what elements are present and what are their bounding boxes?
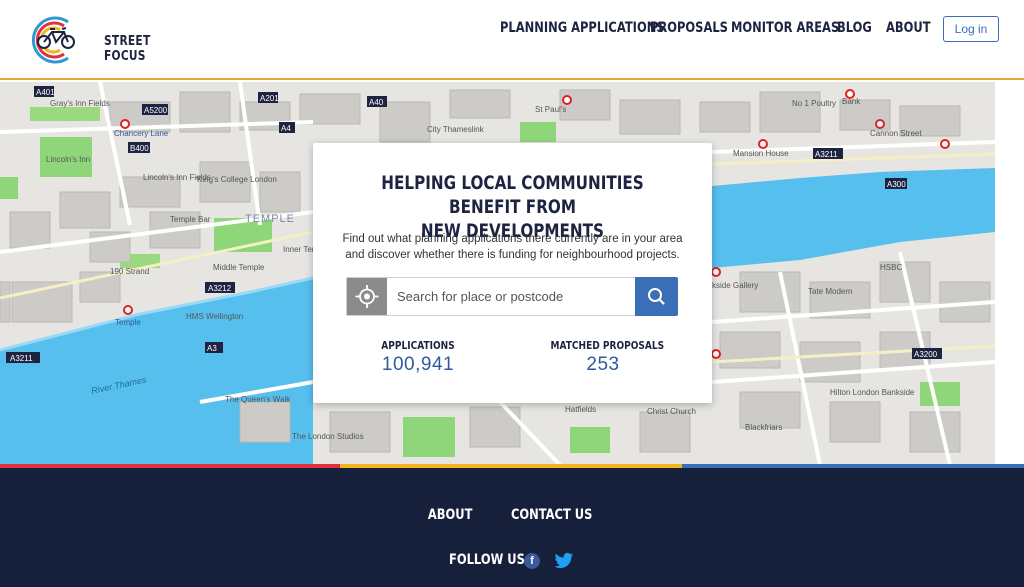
road-a4: A4: [281, 124, 291, 133]
footer-link-contact[interactable]: CONTACT US: [511, 507, 592, 523]
label-christ: Christ Church: [647, 407, 696, 416]
road-a40: A40: [369, 98, 384, 107]
label-london-studios: The London Studios: [292, 432, 364, 441]
label-bankside: kside Gallery: [712, 281, 758, 290]
follow-us: FOLLOW US f: [449, 552, 574, 569]
site-header: STREET FOCUS PLANNING APPLICATIONS PROPO…: [0, 0, 1024, 80]
logo-line-2: FOCUS: [104, 49, 146, 64]
follow-us-label: FOLLOW US: [449, 552, 525, 568]
label-blackfriars: Blackfriars: [745, 423, 782, 432]
hero-desc-line-1: Find out what planning applications ther…: [342, 233, 683, 245]
twitter-icon[interactable]: [554, 552, 574, 570]
stat-applications: APPLICATIONS 100,941: [361, 339, 475, 376]
road-a401: A401: [36, 88, 55, 97]
search-icon: [648, 288, 665, 305]
footer-link-about[interactable]: ABOUT: [428, 507, 473, 523]
hero-title-line-1: HELPING LOCAL COMMUNITIES BENEFIT FROM: [381, 172, 644, 218]
nav-blog[interactable]: BLOG: [837, 19, 872, 37]
label-bank: Bank: [842, 97, 861, 106]
search-bar: [346, 277, 678, 316]
stat-matched-proposals: MATCHED PROPOSALS 253: [539, 339, 667, 376]
footer-links: ABOUT CONTACT US: [0, 506, 1024, 524]
stat-proposals-label: MATCHED PROPOSALS: [550, 339, 665, 352]
label-tate: Tate Modern: [808, 287, 852, 296]
nav-about[interactable]: ABOUT: [886, 19, 931, 37]
road-a3: A3: [207, 344, 217, 353]
stat-applications-value: 100,941: [381, 354, 455, 375]
label-no1: No 1 Poultry: [792, 99, 836, 108]
site-footer: ABOUT CONTACT US FOLLOW US f: [0, 468, 1024, 587]
label-grays: Gray's Inn Fields: [50, 99, 110, 108]
search-input[interactable]: [387, 278, 635, 315]
logo-text: STREET FOCUS: [104, 34, 150, 64]
locate-me-button[interactable]: [347, 278, 387, 315]
hero-description: Find out what planning applications ther…: [338, 231, 687, 263]
label-kings: King's College London: [197, 175, 277, 184]
road-a3211-right: A3211: [815, 150, 838, 159]
nav-planning-applications[interactable]: PLANNING APPLICATIONS: [500, 19, 665, 37]
label-hms: HMS Wellington: [186, 312, 243, 321]
road-a300: A300: [887, 180, 906, 189]
label-lincolns: Lincoln's Inn: [46, 155, 90, 164]
road-a3211-left: A3211: [10, 354, 33, 363]
hero-card: HELPING LOCAL COMMUNITIES BENEFIT FROM N…: [313, 143, 712, 403]
road-a201: A201: [260, 94, 279, 103]
label-mansion: Mansion House: [733, 149, 789, 158]
label-cannon: Cannon Street: [870, 129, 922, 138]
hero-desc-line-2: and discover whether there is funding fo…: [345, 249, 680, 261]
label-queens-walk: The Queen's Walk: [225, 395, 291, 404]
label-temple-bar: Temple Bar: [170, 215, 211, 224]
label-city: City Thameslink: [427, 125, 485, 134]
label-hilton: Hilton London Bankside: [830, 388, 915, 397]
bicycle-logo-icon: [31, 16, 75, 64]
label-190-strand: 190 Strand: [110, 267, 149, 276]
logo-line-1: STREET: [104, 34, 151, 49]
road-a3200: A3200: [914, 350, 938, 359]
road-b400: B400: [130, 144, 149, 153]
label-chancery: Chancery Lane: [114, 129, 169, 138]
nav-monitor-areas[interactable]: MONITOR AREAS: [731, 19, 839, 37]
label-middle-temple: Middle Temple: [213, 263, 265, 272]
login-button[interactable]: Log in: [943, 16, 999, 42]
label-stpauls: St Paul's: [535, 105, 566, 114]
stat-proposals-value: 253: [586, 354, 620, 375]
facebook-icon[interactable]: f: [524, 553, 540, 569]
map-scrollbar[interactable]: [995, 82, 1024, 465]
road-a3212: A3212: [208, 284, 232, 293]
label-temple-area: TEMPLE: [245, 213, 295, 225]
nav-proposals[interactable]: PROPOSALS: [650, 19, 728, 37]
road-a5200: A5200: [144, 106, 168, 115]
street-focus-logo[interactable]: STREET FOCUS: [22, 12, 150, 68]
crosshair-icon: [355, 285, 379, 308]
label-hatfields: Hatfields: [565, 405, 596, 414]
stat-applications-label: APPLICATIONS: [381, 339, 455, 352]
search-button[interactable]: [635, 277, 678, 316]
label-temple-stn: Temple: [115, 318, 141, 327]
label-hsbc: HSBC: [880, 263, 902, 272]
